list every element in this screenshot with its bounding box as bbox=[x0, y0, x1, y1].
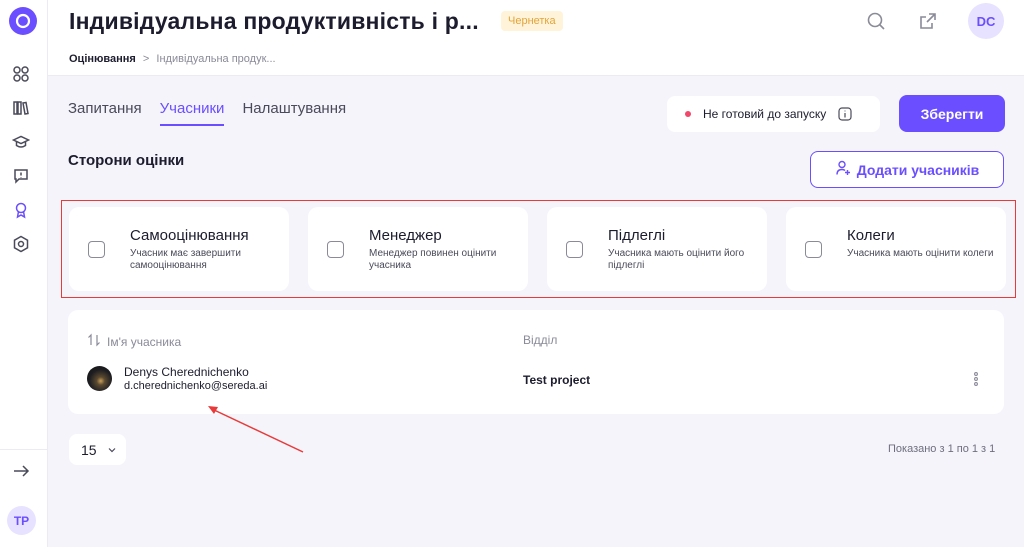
tab-settings[interactable]: Налаштування bbox=[242, 100, 346, 126]
graduation-cap-icon[interactable] bbox=[11, 132, 31, 152]
breadcrumb-current: Індивідуальна продук... bbox=[156, 53, 276, 65]
pagination-summary: Показано з 1 по 1 з 1 bbox=[888, 443, 996, 455]
more-vertical-icon[interactable] bbox=[969, 369, 983, 389]
save-button[interactable]: Зберегти bbox=[899, 95, 1005, 132]
status-badge: Чернетка bbox=[501, 11, 563, 31]
add-participants-label: Додати учасників bbox=[856, 161, 980, 178]
party-title: Колеги bbox=[847, 227, 895, 244]
party-description: Учасника мають оцінити колеги bbox=[847, 248, 994, 259]
status-dot bbox=[685, 111, 691, 117]
feedback-icon[interactable] bbox=[11, 166, 31, 186]
column-header-department: Відділ bbox=[523, 333, 557, 347]
party-card-manager[interactable]: Менеджер Менеджер повинен оцінити учасни… bbox=[308, 207, 528, 291]
party-checkbox[interactable] bbox=[88, 241, 105, 258]
participant-name[interactable]: Denys Cherednichenko bbox=[124, 365, 249, 379]
settings-icon[interactable] bbox=[11, 234, 31, 254]
dashboard-icon[interactable] bbox=[11, 64, 31, 84]
tab-bar: Запитання Учасники Налаштування bbox=[68, 100, 346, 126]
expand-arrow-icon[interactable] bbox=[11, 461, 31, 481]
party-checkbox[interactable] bbox=[327, 241, 344, 258]
participant-department: Test project bbox=[523, 373, 591, 387]
tab-questions[interactable]: Запитання bbox=[68, 100, 142, 126]
party-checkbox[interactable] bbox=[805, 241, 822, 258]
external-link-icon[interactable] bbox=[916, 9, 940, 33]
party-card-colleagues[interactable]: Колеги Учасника мають оцінити колеги bbox=[786, 207, 1006, 291]
breadcrumb-separator: > bbox=[142, 53, 150, 65]
sidebar-divider bbox=[0, 449, 48, 450]
section-title: Сторони оцінки bbox=[68, 152, 185, 169]
add-participants-button[interactable]: Додати учасників bbox=[810, 151, 1004, 188]
page-size-value: 15 bbox=[81, 441, 97, 458]
page-title: Індивідуальна продуктивність і р... bbox=[69, 8, 479, 34]
launch-status: Не готовий до запуску bbox=[667, 96, 880, 132]
breadcrumb-root[interactable]: Оцінювання bbox=[69, 53, 136, 65]
column-header-label: Відділ bbox=[523, 333, 558, 347]
sort-icon[interactable] bbox=[87, 333, 101, 350]
launch-status-text: Не готовий до запуску bbox=[703, 107, 827, 121]
user-avatar[interactable]: DC bbox=[968, 3, 1004, 39]
search-icon[interactable] bbox=[864, 9, 888, 33]
participants-table: Ім'я учасника Відділ Denys Cherednichenk… bbox=[68, 310, 1004, 414]
party-title: Самооцінювання bbox=[130, 227, 249, 244]
party-card-subordinates[interactable]: Підлеглі Учасника мають оцінити його під… bbox=[547, 207, 767, 291]
column-header-name[interactable]: Ім'я учасника bbox=[87, 333, 181, 350]
party-title: Менеджер bbox=[369, 227, 442, 244]
party-title: Підлеглі bbox=[608, 227, 666, 244]
sidebar-avatar[interactable]: TP bbox=[7, 506, 36, 535]
party-description: Учасник має завершити самооцінювання bbox=[130, 248, 241, 271]
participant-avatar bbox=[87, 366, 112, 391]
library-icon[interactable] bbox=[11, 98, 31, 118]
party-card-self[interactable]: Самооцінювання Учасник має завершити сам… bbox=[69, 207, 289, 291]
tab-participants[interactable]: Учасники bbox=[159, 100, 225, 126]
party-description: Учасника мають оцінити його підлеглі bbox=[608, 248, 745, 271]
chevron-down-icon bbox=[107, 442, 117, 458]
top-bar: Індивідуальна продуктивність і р... Черн… bbox=[48, 0, 1024, 76]
party-description: Менеджер повинен оцінити учасника bbox=[369, 248, 497, 271]
logo-icon[interactable] bbox=[9, 7, 37, 35]
add-user-icon bbox=[835, 160, 851, 179]
sidebar: TP bbox=[0, 0, 48, 547]
award-icon[interactable] bbox=[11, 200, 31, 220]
page-size-select[interactable]: 15 bbox=[69, 434, 126, 465]
party-checkbox[interactable] bbox=[566, 241, 583, 258]
column-header-label: Ім'я учасника bbox=[107, 334, 182, 349]
info-icon[interactable] bbox=[838, 107, 852, 121]
breadcrumb: Оцінювання > Індивідуальна продук... bbox=[69, 53, 276, 65]
participant-email: d.cherednichenko@sereda.ai bbox=[124, 380, 268, 392]
